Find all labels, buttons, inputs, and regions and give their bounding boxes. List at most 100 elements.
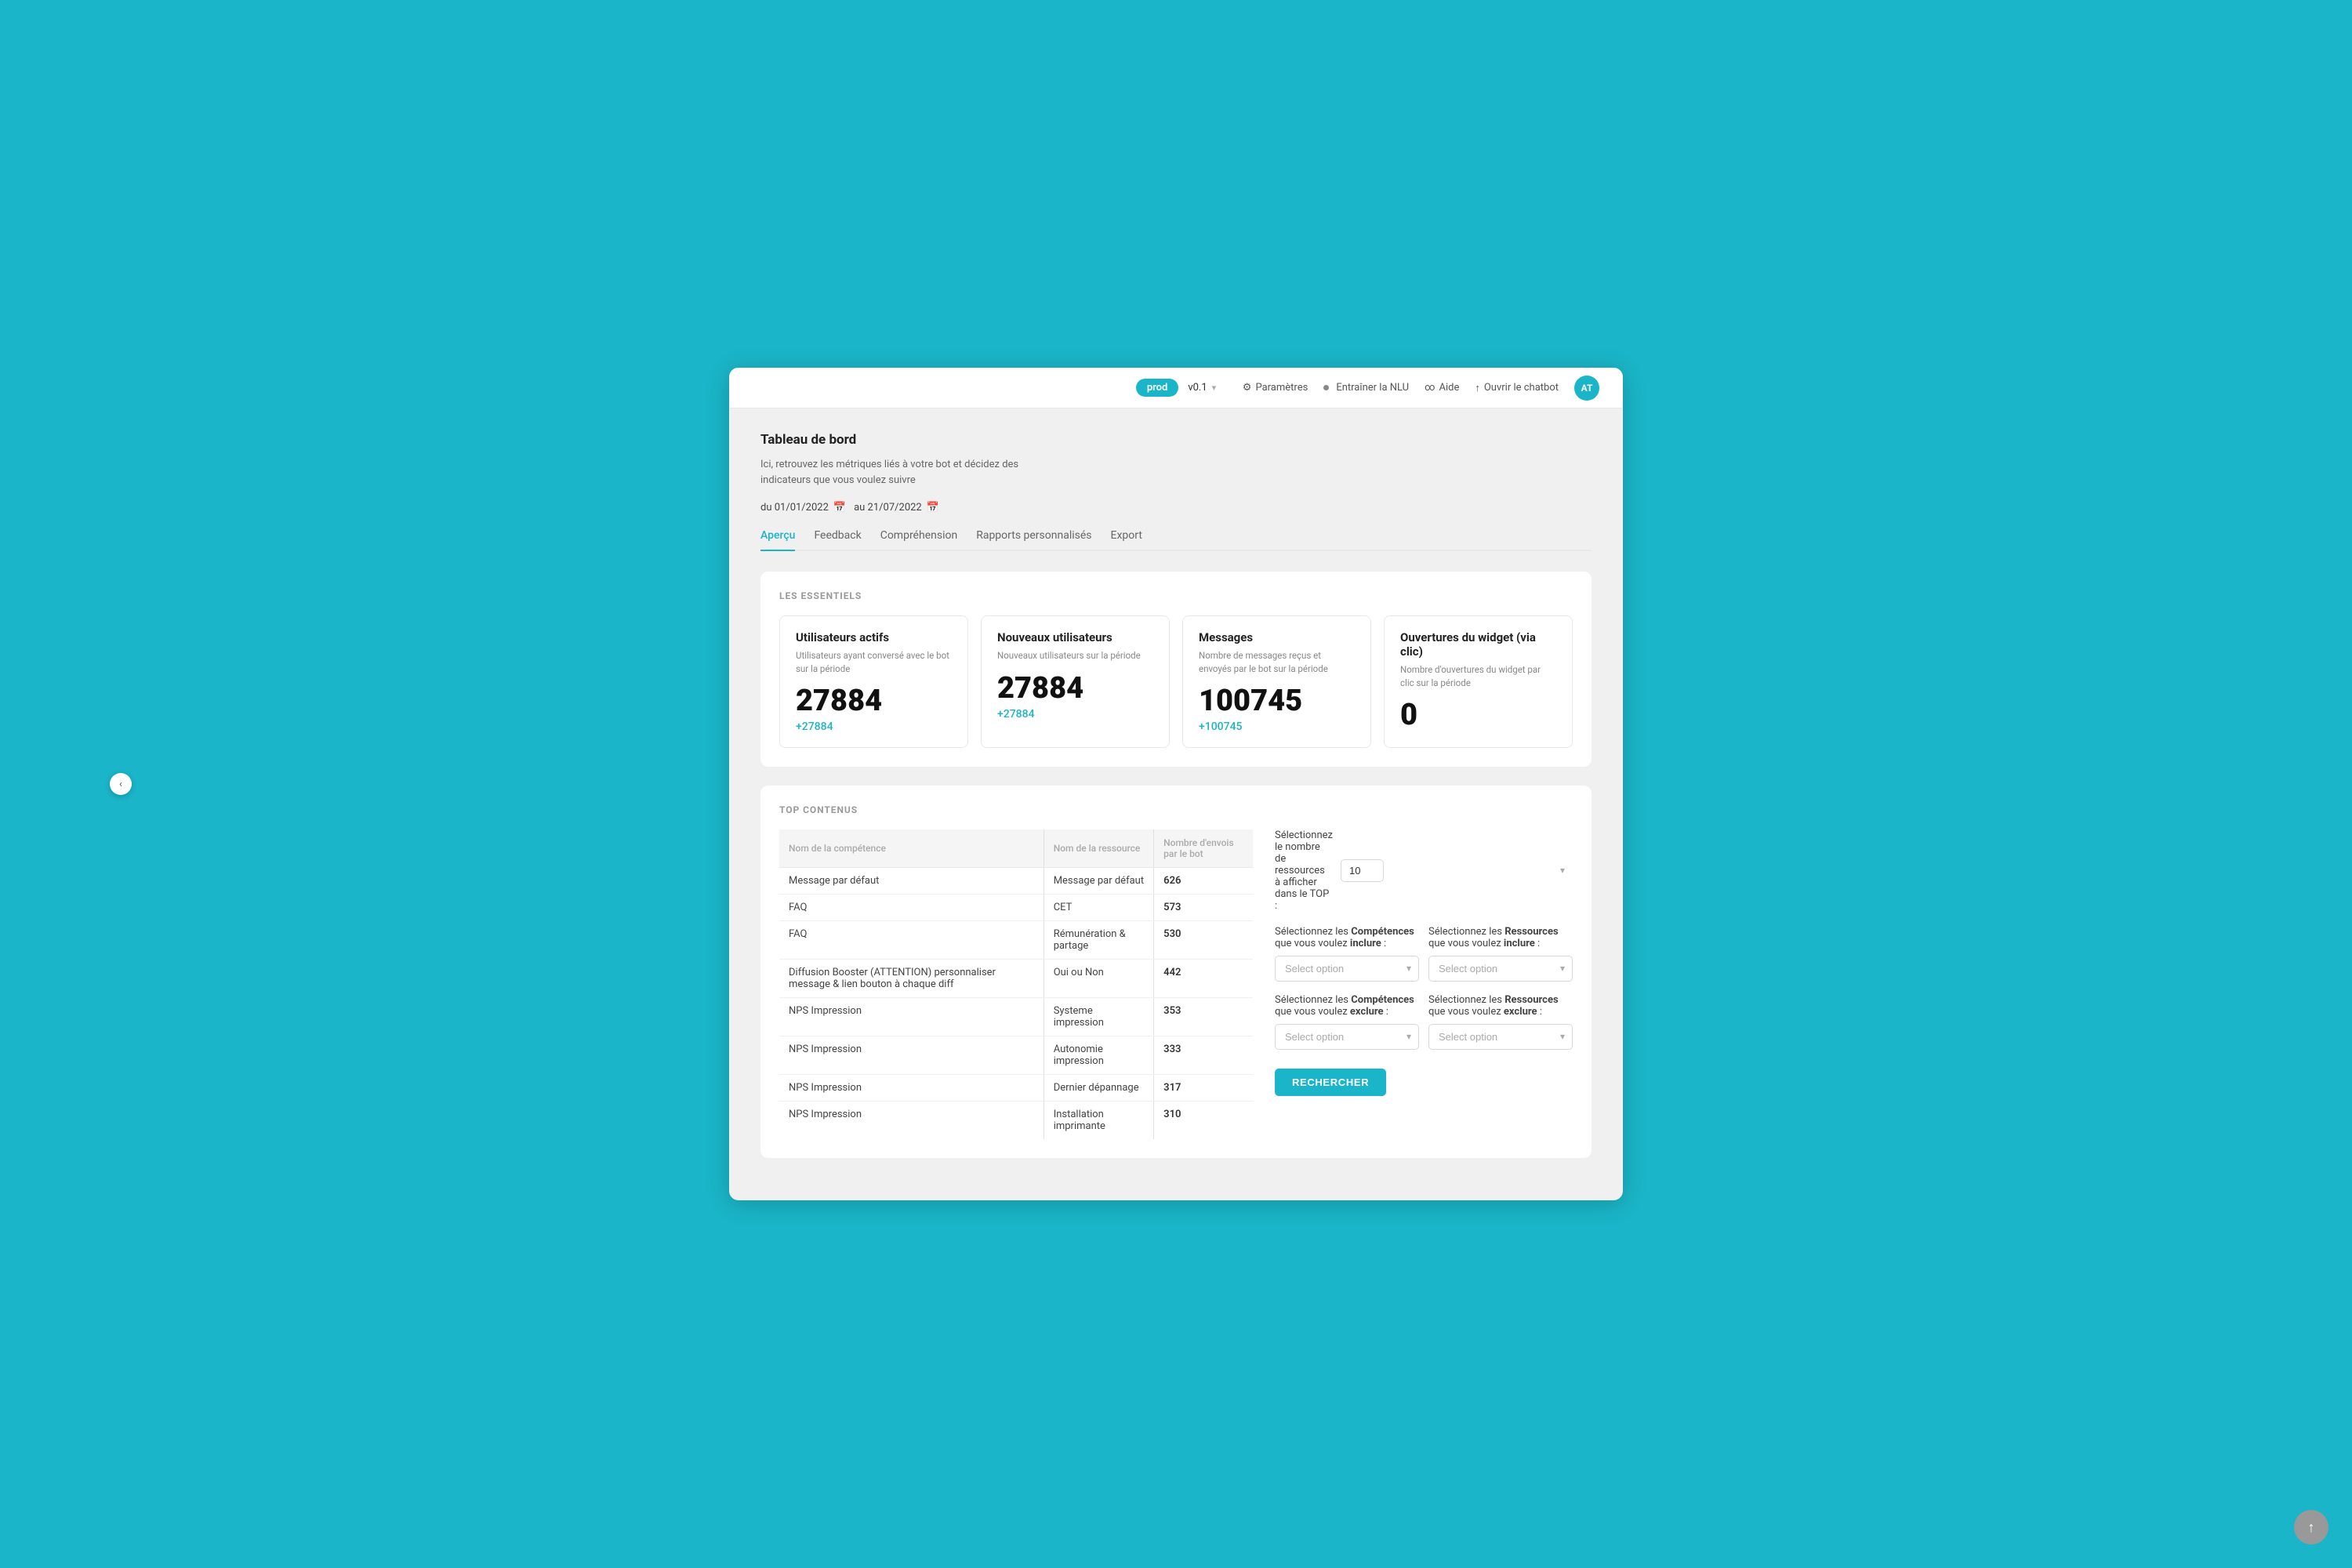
- include-ressources-select-wrapper: Select option: [1428, 956, 1573, 982]
- table-row: NPS Impression Systeme impression 353: [779, 997, 1253, 1036]
- exclude-ressources-group: Sélectionnez les Ressources que vous vou…: [1428, 994, 1573, 1050]
- cell-count: 353: [1154, 997, 1253, 1036]
- exclude-competences-group: Sélectionnez les Compétences que vous vo…: [1275, 994, 1419, 1050]
- tab-rapports[interactable]: Rapports personnalisés: [976, 529, 1091, 551]
- essentiels-title: LES ESSENTIELS: [779, 590, 1573, 601]
- calendar-icon-to: 📅: [927, 502, 939, 514]
- cell-ressource: CET: [1044, 894, 1153, 920]
- version-label: v0.1: [1188, 382, 1207, 394]
- metric-value-ua: 27884: [796, 686, 952, 716]
- top-contenus-section: TOP CONTENUS Nom de la compétence Nom de…: [760, 786, 1592, 1158]
- version-chevron: ▾: [1212, 383, 1217, 393]
- tab-export[interactable]: Export: [1111, 529, 1142, 551]
- cell-ressource: Autonomie impression: [1044, 1036, 1153, 1074]
- cell-competence: NPS Impression: [779, 997, 1044, 1036]
- cell-count: 626: [1154, 867, 1253, 894]
- cell-ressource: Message par défaut: [1044, 867, 1153, 894]
- nlu-link[interactable]: Entraîner la NLU: [1323, 382, 1409, 394]
- tab-apercu[interactable]: Aperçu: [760, 529, 795, 551]
- metric-ouvertures-widget: Ouvertures du widget (via clic) Nombre d…: [1384, 615, 1573, 747]
- include-competences-label: Sélectionnez les Compétences que vous vo…: [1275, 926, 1419, 949]
- metric-title-ua: Utilisateurs actifs: [796, 630, 952, 644]
- cell-count: 333: [1154, 1036, 1253, 1074]
- metric-nouveaux-utilisateurs: Nouveaux utilisateurs Nouveaux utilisate…: [981, 615, 1170, 747]
- include-competences-group: Sélectionnez les Compétences que vous vo…: [1275, 926, 1419, 982]
- cell-ressource: Systeme impression: [1044, 997, 1153, 1036]
- metric-title-nu: Nouveaux utilisateurs: [997, 630, 1153, 644]
- table-row: Diffusion Booster (ATTENTION) personnali…: [779, 959, 1253, 997]
- exclude-ressources-label: Sélectionnez les Ressources que vous vou…: [1428, 994, 1573, 1018]
- include-ressources-select[interactable]: Select option: [1428, 956, 1573, 982]
- table-row: NPS Impression Autonomie impression 333: [779, 1036, 1253, 1074]
- cell-count: 310: [1154, 1101, 1253, 1139]
- include-ressources-label: Sélectionnez les Ressources que vous vou…: [1428, 926, 1573, 949]
- table-container: Nom de la compétence Nom de la ressource…: [779, 829, 1253, 1139]
- tab-bar: Aperçu Feedback Compréhension Rapports p…: [760, 529, 1592, 551]
- gear-icon: ⚙: [1243, 382, 1252, 394]
- date-range: du 01/01/2022 📅 au 21/07/2022 📅: [760, 502, 1592, 514]
- cell-ressource: Oui ou Non: [1044, 959, 1153, 997]
- metric-desc-nu: Nouveaux utilisateurs sur la période: [997, 649, 1153, 662]
- table-row: NPS Impression Installation imprimante 3…: [779, 1101, 1253, 1139]
- include-competences-select-wrapper: Select option: [1275, 956, 1419, 982]
- metric-value-ow: 0: [1400, 700, 1556, 730]
- table-row: NPS Impression Dernier dépannage 317: [779, 1074, 1253, 1101]
- metric-change-msg: +100745: [1199, 720, 1355, 733]
- cell-count: 573: [1154, 894, 1253, 920]
- nav-links: ⚙ Paramètres Entraîner la NLU ∞ Aide ↑ O…: [1243, 376, 1599, 401]
- tab-feedback[interactable]: Feedback: [814, 529, 861, 551]
- page-description: Ici, retrouvez les métriques liés à votr…: [760, 457, 1043, 488]
- metric-change-nu: +27884: [997, 708, 1153, 720]
- include-competences-select[interactable]: Select option: [1275, 956, 1419, 982]
- tab-comprehension[interactable]: Compréhension: [880, 529, 958, 551]
- top-count-select-wrapper: 5 10 20 50: [1341, 859, 1573, 882]
- metric-desc-ow: Nombre d'ouvertures du widget par clic s…: [1400, 663, 1556, 688]
- metric-change-ua: +27884: [796, 720, 952, 733]
- nav-center: prod v0.1 ▾: [1136, 379, 1216, 397]
- aide-link[interactable]: ∞ Aide: [1425, 382, 1459, 394]
- cell-ressource: Installation imprimante: [1044, 1101, 1153, 1139]
- exclude-competences-select-wrapper: Select option: [1275, 1024, 1419, 1050]
- exclude-competences-label: Sélectionnez les Compétences que vous vo…: [1275, 994, 1419, 1018]
- metric-messages: Messages Nombre de messages reçus et env…: [1182, 615, 1371, 747]
- top-contenus-layout: Nom de la compétence Nom de la ressource…: [779, 829, 1573, 1139]
- params-link[interactable]: ⚙ Paramètres: [1243, 382, 1308, 394]
- cell-count: 317: [1154, 1074, 1253, 1101]
- table-row: FAQ Rémunération & partage 530: [779, 920, 1253, 959]
- exclude-ressources-select[interactable]: Select option: [1428, 1024, 1573, 1050]
- cell-competence: NPS Impression: [779, 1036, 1044, 1074]
- cell-ressource: Dernier dépannage: [1044, 1074, 1153, 1101]
- table-row: FAQ CET 573: [779, 894, 1253, 920]
- metric-title-msg: Messages: [1199, 630, 1355, 644]
- cell-competence: NPS Impression: [779, 1101, 1044, 1139]
- link-icon: ∞: [1425, 382, 1435, 394]
- top-count-label: Sélectionnez le nombre de ressources à a…: [1275, 829, 1333, 912]
- cell-competence: Message par défaut: [779, 867, 1044, 894]
- chatbot-link[interactable]: ↑ Ouvrir le chatbot: [1475, 382, 1559, 394]
- content-area: Tableau de bord Ici, retrouvez les métri…: [729, 408, 1623, 1200]
- exclude-competences-select[interactable]: Select option: [1275, 1024, 1419, 1050]
- essentiels-section: LES ESSENTIELS Utilisateurs actifs Utili…: [760, 572, 1592, 766]
- env-badge[interactable]: prod: [1136, 379, 1179, 397]
- col-header-count: Nombre d'envois par le bot: [1154, 829, 1253, 868]
- top-count-select[interactable]: 5 10 20 50: [1341, 859, 1384, 882]
- exclude-ressources-select-wrapper: Select option: [1428, 1024, 1573, 1050]
- scroll-to-top-button[interactable]: ↑: [2294, 1510, 2328, 1544]
- page-title: Tableau de bord: [760, 432, 1592, 448]
- dot-icon: [1323, 385, 1329, 390]
- rechercher-button[interactable]: RECHERCHER: [1275, 1069, 1386, 1096]
- cell-competence: FAQ: [779, 894, 1044, 920]
- version-selector[interactable]: v0.1 ▾: [1188, 382, 1216, 394]
- cell-competence: Diffusion Booster (ATTENTION) personnali…: [779, 959, 1044, 997]
- sidebar-toggle-button[interactable]: ‹: [110, 773, 132, 795]
- metric-value-nu: 27884: [997, 673, 1153, 703]
- metric-utilisateurs-actifs: Utilisateurs actifs Utilisateurs ayant c…: [779, 615, 968, 747]
- include-ressources-group: Sélectionnez les Ressources que vous vou…: [1428, 926, 1573, 982]
- essentials-grid: Utilisateurs actifs Utilisateurs ayant c…: [779, 615, 1573, 747]
- user-avatar[interactable]: AT: [1574, 376, 1599, 401]
- top-navigation: prod v0.1 ▾ ⚙ Paramètres Entraîner la NL…: [729, 368, 1623, 408]
- top-contenus-table: Nom de la compétence Nom de la ressource…: [779, 829, 1253, 1139]
- table-row: Message par défaut Message par défaut 62…: [779, 867, 1253, 894]
- date-from[interactable]: du 01/01/2022 📅: [760, 502, 846, 514]
- date-to[interactable]: au 21/07/2022 📅: [854, 502, 939, 514]
